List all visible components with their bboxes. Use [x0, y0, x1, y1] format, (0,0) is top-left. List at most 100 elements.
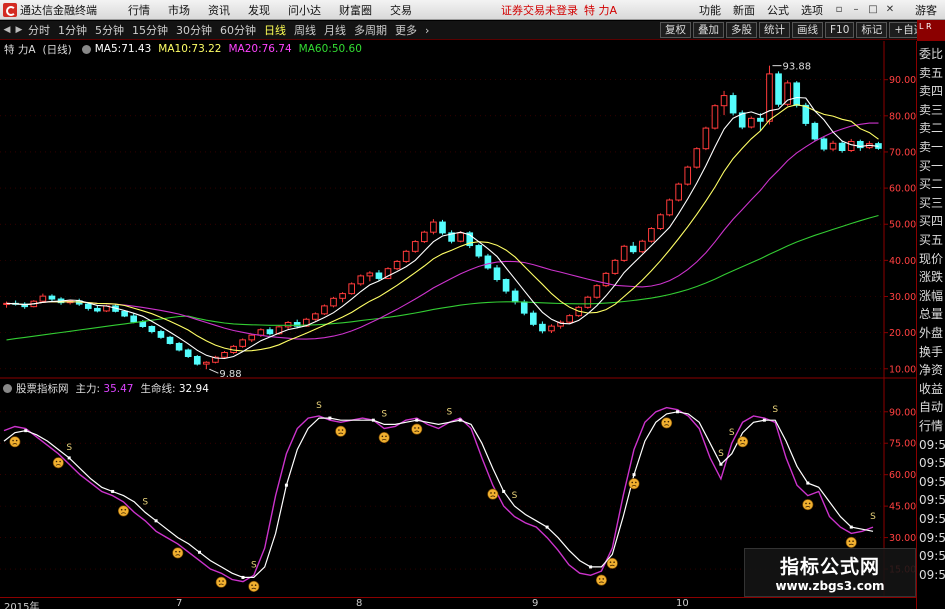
- candle-body: [357, 275, 365, 285]
- candle-body: [847, 140, 855, 152]
- sidebar-item[interactable]: 09:5: [919, 454, 945, 472]
- date-label: 2015年: [4, 602, 40, 609]
- life-line-marker: [24, 429, 28, 433]
- sad-face-marker-icon: [606, 557, 618, 569]
- candle-body: [148, 325, 156, 333]
- life-line-marker: [849, 525, 853, 529]
- candle-body: [702, 127, 710, 150]
- sidebar-item[interactable]: 自动: [919, 398, 943, 416]
- sad-face-marker-icon: [487, 488, 499, 500]
- sidebar-item[interactable]: 09:5: [919, 547, 945, 565]
- life-line-marker: [371, 418, 375, 422]
- candle-body: [94, 307, 101, 312]
- candle-body: [321, 305, 328, 315]
- life-line-marker: [415, 418, 419, 422]
- signal-letter: S: [381, 409, 387, 419]
- candle-body: [520, 301, 528, 314]
- sad-face-marker-icon: [737, 436, 749, 448]
- face-eye: [120, 508, 123, 511]
- low-pointer: [209, 368, 219, 374]
- sad-face-marker-icon: [248, 580, 260, 592]
- sad-face-marker-icon: [215, 576, 227, 588]
- sidebar-item[interactable]: 09:5: [919, 566, 945, 584]
- face-eye: [381, 435, 384, 438]
- life-line-marker: [328, 416, 332, 420]
- candle-body: [666, 199, 673, 216]
- sad-face-marker-icon: [9, 436, 21, 448]
- candle-body: [430, 221, 437, 233]
- candle-body: [248, 334, 256, 341]
- candle-body: [203, 361, 210, 365]
- sidebar-item[interactable]: 09:5: [919, 491, 945, 509]
- sidebar-item: 收益: [919, 381, 944, 396]
- indicator-tick-label: 30.00: [889, 533, 916, 544]
- signal-letter: S: [512, 491, 518, 501]
- low-price-label: 9.88: [219, 369, 241, 380]
- candle-body: [457, 232, 464, 242]
- settings-dot-icon[interactable]: [81, 44, 91, 54]
- candle-body: [348, 283, 355, 295]
- sad-face-marker-icon: [802, 499, 814, 511]
- life-line-marker: [241, 575, 245, 579]
- candle-body: [139, 321, 147, 327]
- ma60-readout: MA60:50.60: [298, 43, 362, 55]
- indicator-tick-label: 45.00: [889, 502, 916, 513]
- main-tick-label: 20.00: [889, 328, 916, 339]
- face-eye: [338, 429, 340, 431]
- face-eye: [852, 540, 854, 542]
- face-eye: [743, 439, 746, 442]
- date-label: 7: [176, 598, 183, 609]
- candle-body: [548, 325, 555, 332]
- sidebar-item[interactable]: 09:5: [919, 510, 945, 528]
- sidebar-item[interactable]: 09:5: [919, 529, 945, 547]
- candle-body: [766, 73, 773, 122]
- date-label: 9: [532, 598, 539, 609]
- indicator-tick-label: 75.00: [889, 439, 916, 450]
- life-line-marker: [545, 525, 549, 529]
- face-eye: [664, 420, 666, 423]
- sidebar-item[interactable]: 09:5: [919, 473, 945, 491]
- signal-letter: S: [870, 512, 876, 522]
- date-axis: 2015年 7 8 9 10: [0, 597, 916, 609]
- candle-body: [784, 82, 791, 105]
- candle-body: [829, 142, 837, 150]
- signal-letter: S: [729, 428, 735, 438]
- life-line-marker: [67, 456, 71, 460]
- sidebar-item[interactable]: 09:5: [919, 436, 945, 454]
- candle-body: [838, 142, 846, 152]
- candle-body: [539, 323, 546, 332]
- candle-body: [530, 312, 537, 325]
- sidebar-corner[interactable]: L R: [917, 20, 945, 41]
- life-line-marker: [284, 483, 288, 487]
- candle-body: [421, 231, 428, 243]
- candle-body: [484, 255, 492, 269]
- face-eye: [490, 492, 492, 494]
- candle-body: [84, 303, 92, 309]
- stock-label: 特 力A: [4, 43, 36, 56]
- sad-face-marker-icon: [335, 425, 347, 437]
- main-tick-label: 40.00: [889, 256, 916, 267]
- chart-canvas[interactable]: 90.00 80.00 70.00 60.00 50.00 40.00 30.00 20.00…: [0, 0, 916, 597]
- main-chart-header: 特 力A (日线) MA5:71.43 MA10:73.22 MA20:76.7…: [0, 41, 369, 57]
- indicator-settings-icon[interactable]: [3, 383, 12, 393]
- candle-body: [729, 95, 737, 114]
- candle-body: [375, 272, 383, 279]
- candle-body: [747, 117, 755, 128]
- sidebar-item[interactable]: 行情: [919, 417, 943, 435]
- sad-face-marker-icon: [661, 417, 673, 429]
- high-price-label: 93.88: [782, 62, 811, 73]
- life-line-marker: [632, 473, 636, 477]
- candle-body: [584, 296, 592, 308]
- signal-letter: S: [772, 405, 778, 415]
- date-label: 10: [676, 598, 689, 609]
- sidebar-item: 外盘: [919, 326, 944, 340]
- face-eye: [222, 580, 224, 582]
- signal-letter: S: [447, 407, 453, 417]
- candle-body: [175, 342, 183, 351]
- signal-letter: S: [251, 560, 257, 570]
- candle-body: [257, 329, 265, 336]
- guest-user[interactable]: 游客: [915, 2, 937, 18]
- watermark: 指标公式网 www.zbgs3.com: [744, 548, 916, 597]
- life-line-marker: [154, 519, 158, 523]
- face-eye: [15, 439, 18, 442]
